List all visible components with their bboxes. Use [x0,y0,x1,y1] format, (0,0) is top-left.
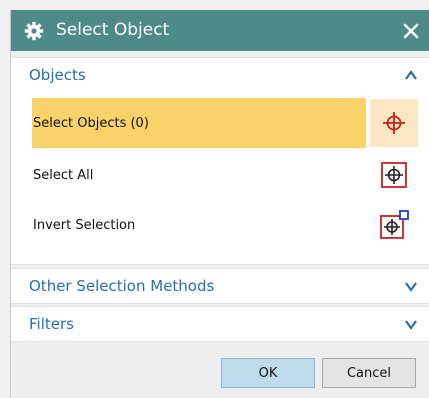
dialog-title: Select Object [56,20,170,40]
select-objects-label: Select Objects (0) [33,115,149,131]
select-all-icon [381,162,407,188]
select-objects-row[interactable]: Select Objects (0) [32,98,366,148]
filters-header[interactable]: Filters [11,307,429,341]
title-bar[interactable]: Select Object [11,10,429,51]
other-selection-methods-title: Other Selection Methods [29,277,215,295]
objects-panel: Objects Select Objects (0) Select All In… [11,57,429,265]
chevron-up-icon[interactable] [404,69,418,81]
objects-section-title: Objects [29,66,86,84]
select-objects-button[interactable] [370,99,418,147]
crosshair-select-icon [383,112,405,134]
ok-button[interactable]: OK [221,358,315,388]
close-icon [403,23,419,39]
close-button[interactable] [396,16,426,46]
invert-selection-button[interactable] [370,201,418,249]
cancel-button[interactable]: Cancel [322,358,416,388]
invert-selection-row[interactable]: Invert Selection [32,200,366,250]
chevron-down-icon[interactable] [404,280,418,292]
select-object-dialog: Select Object Objects Select Objects (0)… [10,10,429,398]
other-selection-methods-panel: Other Selection Methods [11,268,429,304]
invert-selection-icon [380,210,409,239]
filters-title: Filters [29,315,74,333]
select-all-button[interactable] [370,151,418,199]
gear-icon [24,21,44,41]
select-all-label: Select All [33,167,94,183]
objects-section-header[interactable]: Objects [11,58,429,92]
filters-panel: Filters [11,306,429,342]
chevron-down-icon[interactable] [404,318,418,330]
other-selection-methods-header[interactable]: Other Selection Methods [11,269,429,303]
select-all-row[interactable]: Select All [32,150,366,200]
invert-selection-label: Invert Selection [33,217,136,233]
